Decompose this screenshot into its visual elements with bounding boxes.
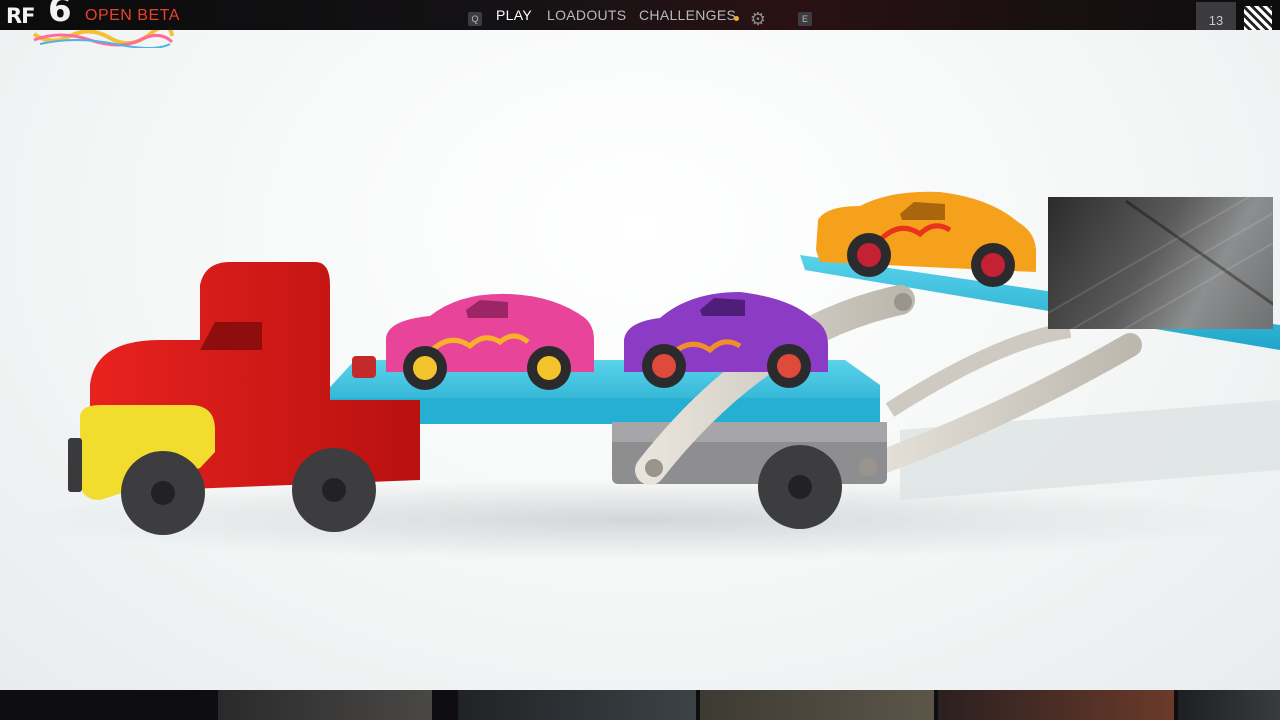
thumbnail-4[interactable] xyxy=(938,690,1174,720)
player-level-badge[interactable]: 13 xyxy=(1196,2,1236,30)
tab-play[interactable]: PLAY xyxy=(496,0,532,30)
gear-icon[interactable]: ⚙ xyxy=(749,10,767,28)
bottom-thumbnail-strip xyxy=(0,690,1280,720)
webcam-overlay xyxy=(1048,197,1273,329)
thumbnail-3[interactable] xyxy=(700,690,934,720)
tab-challenges[interactable]: CHALLENGES xyxy=(639,0,736,30)
top-nav-bar: RF 6 OPEN BETA Q PLAY LOADOUTS CHALLENGE… xyxy=(0,0,1280,30)
main-scene xyxy=(0,30,1280,690)
qr-avatar-icon[interactable] xyxy=(1244,6,1272,30)
prev-tab-key[interactable]: Q xyxy=(468,12,482,26)
thumbnail-2[interactable] xyxy=(458,690,696,720)
toy-car-carrier-truck xyxy=(20,191,1280,560)
logo-text: RF xyxy=(6,4,35,28)
edition-label: OPEN BETA xyxy=(85,7,180,24)
challenges-notification-dot xyxy=(734,16,739,21)
tab-loadouts[interactable]: LOADOUTS xyxy=(547,0,626,30)
next-tab-key[interactable]: E xyxy=(798,12,812,26)
logo-number: 6 xyxy=(48,0,72,30)
thumbnail-5[interactable] xyxy=(1178,690,1280,720)
game-logo[interactable]: RF 6 xyxy=(6,0,74,30)
thumbnail-1[interactable] xyxy=(218,690,432,720)
